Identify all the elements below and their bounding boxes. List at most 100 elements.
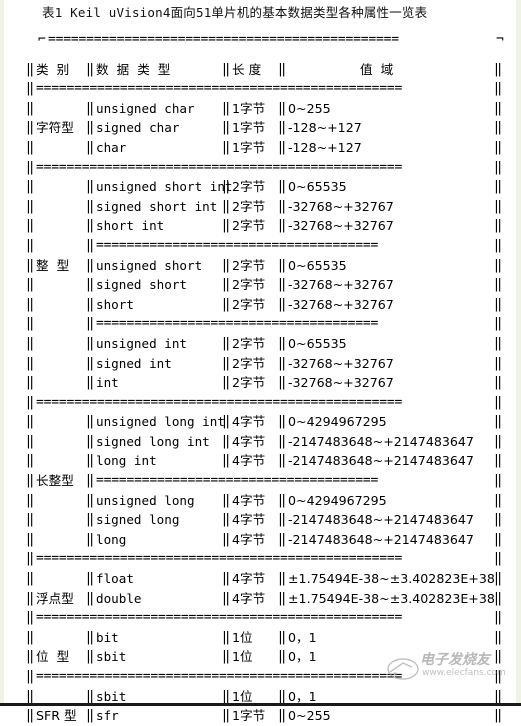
table-rail-left: ‖ <box>26 276 35 293</box>
cell-range: -32768~+32767 <box>288 277 394 293</box>
table-rail-left: ‖ <box>26 354 35 371</box>
table-rail-left: ‖ <box>26 491 35 508</box>
table-rail-left: ‖ <box>26 452 35 469</box>
table-rail-left: ‖ <box>26 256 35 273</box>
table-rail-r1: ‖ <box>86 334 95 351</box>
table-rail-r3: ‖ <box>278 491 287 508</box>
cell-datatype: long int <box>96 453 157 469</box>
table-rail-left: ‖ <box>26 197 35 214</box>
table-rail-left: ‖ <box>26 315 35 332</box>
header-cell-range: 值 域 <box>360 61 394 77</box>
cell-length: 4字节 <box>232 492 266 508</box>
table-rail-r3: ‖ <box>278 197 287 214</box>
table-row: ‖ ‖ ‖ ‖ ‖ short int 2字节 -32768~+32767 <box>0 216 521 236</box>
table-rail-r1: ‖ <box>86 628 95 645</box>
table-rail-left: ‖ <box>26 570 35 587</box>
table-rail-right: ‖ <box>494 374 503 391</box>
category-label: 浮点型 <box>36 590 74 606</box>
cell-length: 1字节 <box>232 120 266 136</box>
separator-line-full: ========================================… <box>36 394 403 410</box>
table-rail-left: ‖ <box>26 472 35 489</box>
cell-datatype: signed long <box>96 512 180 528</box>
table-rail-right: ‖ <box>494 80 503 97</box>
table-rail-left: ‖ <box>26 374 35 391</box>
cell-datatype: double <box>96 590 142 606</box>
table-rail-r1: ‖ <box>86 472 95 489</box>
cell-length: 1位 <box>232 649 253 665</box>
table-rail-right: ‖ <box>494 511 503 528</box>
cell-datatype: sbit <box>96 649 127 665</box>
table-rail-left: ‖ <box>26 648 35 665</box>
table-separator-row: ‖ ‖ ======================================… <box>0 608 521 628</box>
cell-datatype: short <box>96 296 134 312</box>
table-rail-r1: ‖ <box>86 354 95 371</box>
table-rail-right: ‖ <box>494 60 503 77</box>
table-rail-r2: ‖ <box>222 648 231 665</box>
cell-datatype: int <box>96 375 119 391</box>
table-rail-r1: ‖ <box>86 432 95 449</box>
table-rail-right: ‖ <box>494 609 503 626</box>
cell-range: ±1.75494E-38~±3.402823E+38 <box>288 571 495 587</box>
table-rail-right: ‖ <box>494 217 503 234</box>
cell-length: 2字节 <box>232 375 266 391</box>
table-row: ‖ ‖ ‖ ‖ ‖ char 1字节 -128~+127 <box>0 138 521 158</box>
separator-line-full: ========================================… <box>36 81 403 97</box>
table-rail-r2: ‖ <box>222 99 231 116</box>
table-rail-r2: ‖ <box>222 276 231 293</box>
cell-range: 0~65535 <box>288 335 347 351</box>
table-rail-left: ‖ <box>26 138 35 155</box>
cell-range: -2147483648~+2147483647 <box>288 531 474 547</box>
cell-range: -32768~+32767 <box>288 296 394 312</box>
table-rail-left: ‖ <box>26 119 35 136</box>
table-rail-right: ‖ <box>494 707 503 724</box>
table-rail-r2: ‖ <box>222 256 231 273</box>
table-rail-r2: ‖ <box>222 119 231 136</box>
cell-datatype: unsigned int <box>96 335 187 351</box>
table-rail-right: ‖ <box>494 158 503 175</box>
separator-line-full: ========================================… <box>36 669 403 684</box>
table-row: ‖ ‖ ‖ ‖ ‖ bit 1位 0，1 <box>0 628 521 648</box>
table-rail-r3: ‖ <box>278 217 287 234</box>
cell-datatype: signed long int <box>96 433 210 449</box>
table-rail-right: ‖ <box>494 99 503 116</box>
table-rail-r3: ‖ <box>278 178 287 195</box>
table-rail-r2: ‖ <box>222 628 231 645</box>
cell-length: 1字节 <box>232 100 266 116</box>
table-rail-r3: ‖ <box>278 589 287 606</box>
cell-length: 1字节 <box>232 139 266 155</box>
corner-top-right-icon: ¬ <box>496 32 504 47</box>
table-rail-r1: ‖ <box>86 374 95 391</box>
table-rail-right: ‖ <box>494 256 503 273</box>
table-rail-r1: ‖ <box>86 452 95 469</box>
table-rail-left: ‖ <box>26 334 35 351</box>
table-rail-right: ‖ <box>494 276 503 293</box>
separator-line-inner: ===================================== <box>96 237 379 253</box>
table-rail-r3: ‖ <box>278 60 287 77</box>
table-rail-right: ‖ <box>494 393 503 410</box>
table-rail-right: ‖ <box>494 530 503 547</box>
cell-range: 0，1 <box>288 629 317 645</box>
table-row: ‖ ‖ ‖ ‖ ‖ float 4字节 ±1.75494E-38~±3.402823E+38 <box>0 569 521 589</box>
cell-datatype: bit <box>96 629 119 645</box>
table-row: ‖ ‖ ‖ ‖ ‖ unsigned char 1字节 0~255 <box>0 99 521 119</box>
table-rail-left: ‖ <box>26 511 35 528</box>
table-separator-row-inner: ‖ ‖ ‖ 长整型 ==================================… <box>0 471 521 491</box>
table-rail-left: ‖ <box>26 550 35 567</box>
table-rail-r1: ‖ <box>86 217 95 234</box>
table-row: ‖ ‖ ‖ ‖ ‖ signed long 4字节 -2147483648~+21474836… <box>0 510 521 530</box>
cell-length: 4字节 <box>232 433 266 449</box>
table-separator-row: ‖ ‖ ======================================… <box>0 79 521 99</box>
table-rail-r1: ‖ <box>86 256 95 273</box>
cell-range: 0~4294967295 <box>288 414 387 430</box>
table-rail-right: ‖ <box>494 628 503 645</box>
table-rail-r3: ‖ <box>278 452 287 469</box>
cell-datatype: unsigned long int <box>96 414 225 430</box>
table-rail-right: ‖ <box>494 668 503 684</box>
table-row: ‖ ‖ ‖ ‖ ‖ signed short int 2字节 -32768~+32767 <box>0 197 521 217</box>
cell-range: -128~+127 <box>288 120 362 136</box>
cell-datatype: signed char <box>96 120 180 136</box>
table-rail-r2: ‖ <box>222 197 231 214</box>
cell-length: 1字节 <box>232 708 266 724</box>
cell-range: 0~65535 <box>288 257 347 273</box>
table-rail-r2: ‖ <box>222 60 231 77</box>
